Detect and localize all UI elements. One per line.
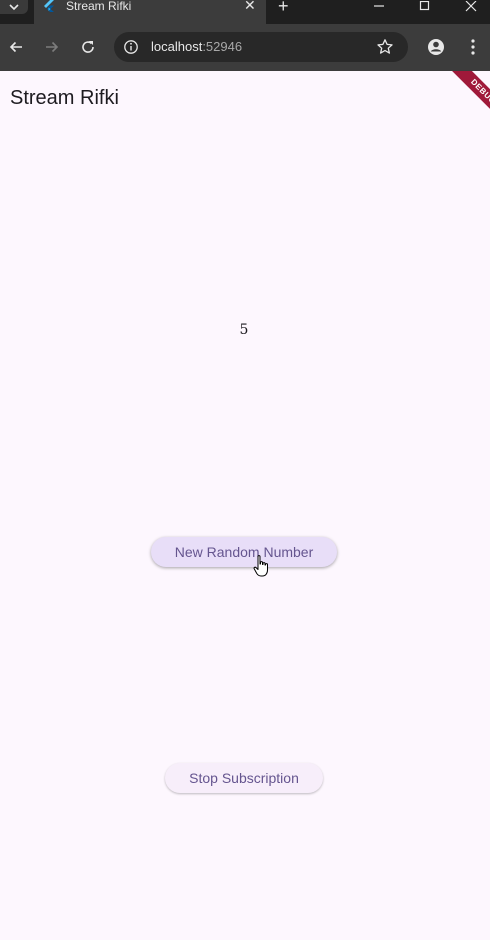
address-bar[interactable]: localhost:52946 (114, 32, 408, 62)
tab-close-icon[interactable]: ✕ (244, 0, 256, 12)
maximize-button[interactable] (414, 0, 436, 14)
tab-strip: Stream Rifki ✕ + (0, 0, 490, 24)
profile-icon[interactable] (425, 36, 447, 58)
info-icon[interactable] (123, 39, 139, 55)
forward-button[interactable] (41, 36, 63, 58)
app-bar-title: Stream Rifki (10, 87, 119, 109)
url-port: :52946 (202, 39, 243, 54)
stop-subscription-button[interactable]: Stop Subscription (165, 763, 323, 793)
minimize-icon (374, 5, 384, 7)
more-vert-icon[interactable] (462, 36, 484, 58)
new-tab-button[interactable]: + (278, 0, 289, 15)
hand-pointer-cursor-icon (253, 555, 268, 577)
arrow-left-icon (9, 41, 22, 53)
tab-search-button[interactable] (0, 0, 28, 14)
window-close-button[interactable] (460, 0, 482, 14)
new-random-number-button[interactable]: New Random Number (151, 537, 337, 567)
minimize-button[interactable] (368, 0, 390, 14)
maximize-icon (419, 1, 430, 11)
url-host: localhost (151, 39, 203, 54)
random-number-display: 5 (239, 322, 249, 338)
tab-title: Stream Rifki (66, 0, 132, 13)
flutter-icon (44, 0, 54, 12)
back-button[interactable] (5, 36, 27, 58)
arrow-right-icon (46, 41, 59, 53)
close-icon (465, 1, 477, 12)
browser-tab[interactable]: Stream Rifki ✕ (34, 0, 266, 24)
star-icon[interactable] (376, 38, 394, 56)
browser-window: Stream Rifki ✕ + localhost:52946 Stream … (0, 0, 490, 940)
debug-banner: DEBUG (440, 71, 490, 121)
url-text[interactable]: localhost:52946 (151, 39, 242, 55)
reload-button[interactable] (77, 36, 99, 58)
debug-ribbon-label: DEBUG (446, 71, 490, 121)
browser-toolbar: localhost:52946 (0, 24, 490, 71)
reload-icon (82, 41, 94, 53)
chevron-down-icon (9, 4, 19, 11)
